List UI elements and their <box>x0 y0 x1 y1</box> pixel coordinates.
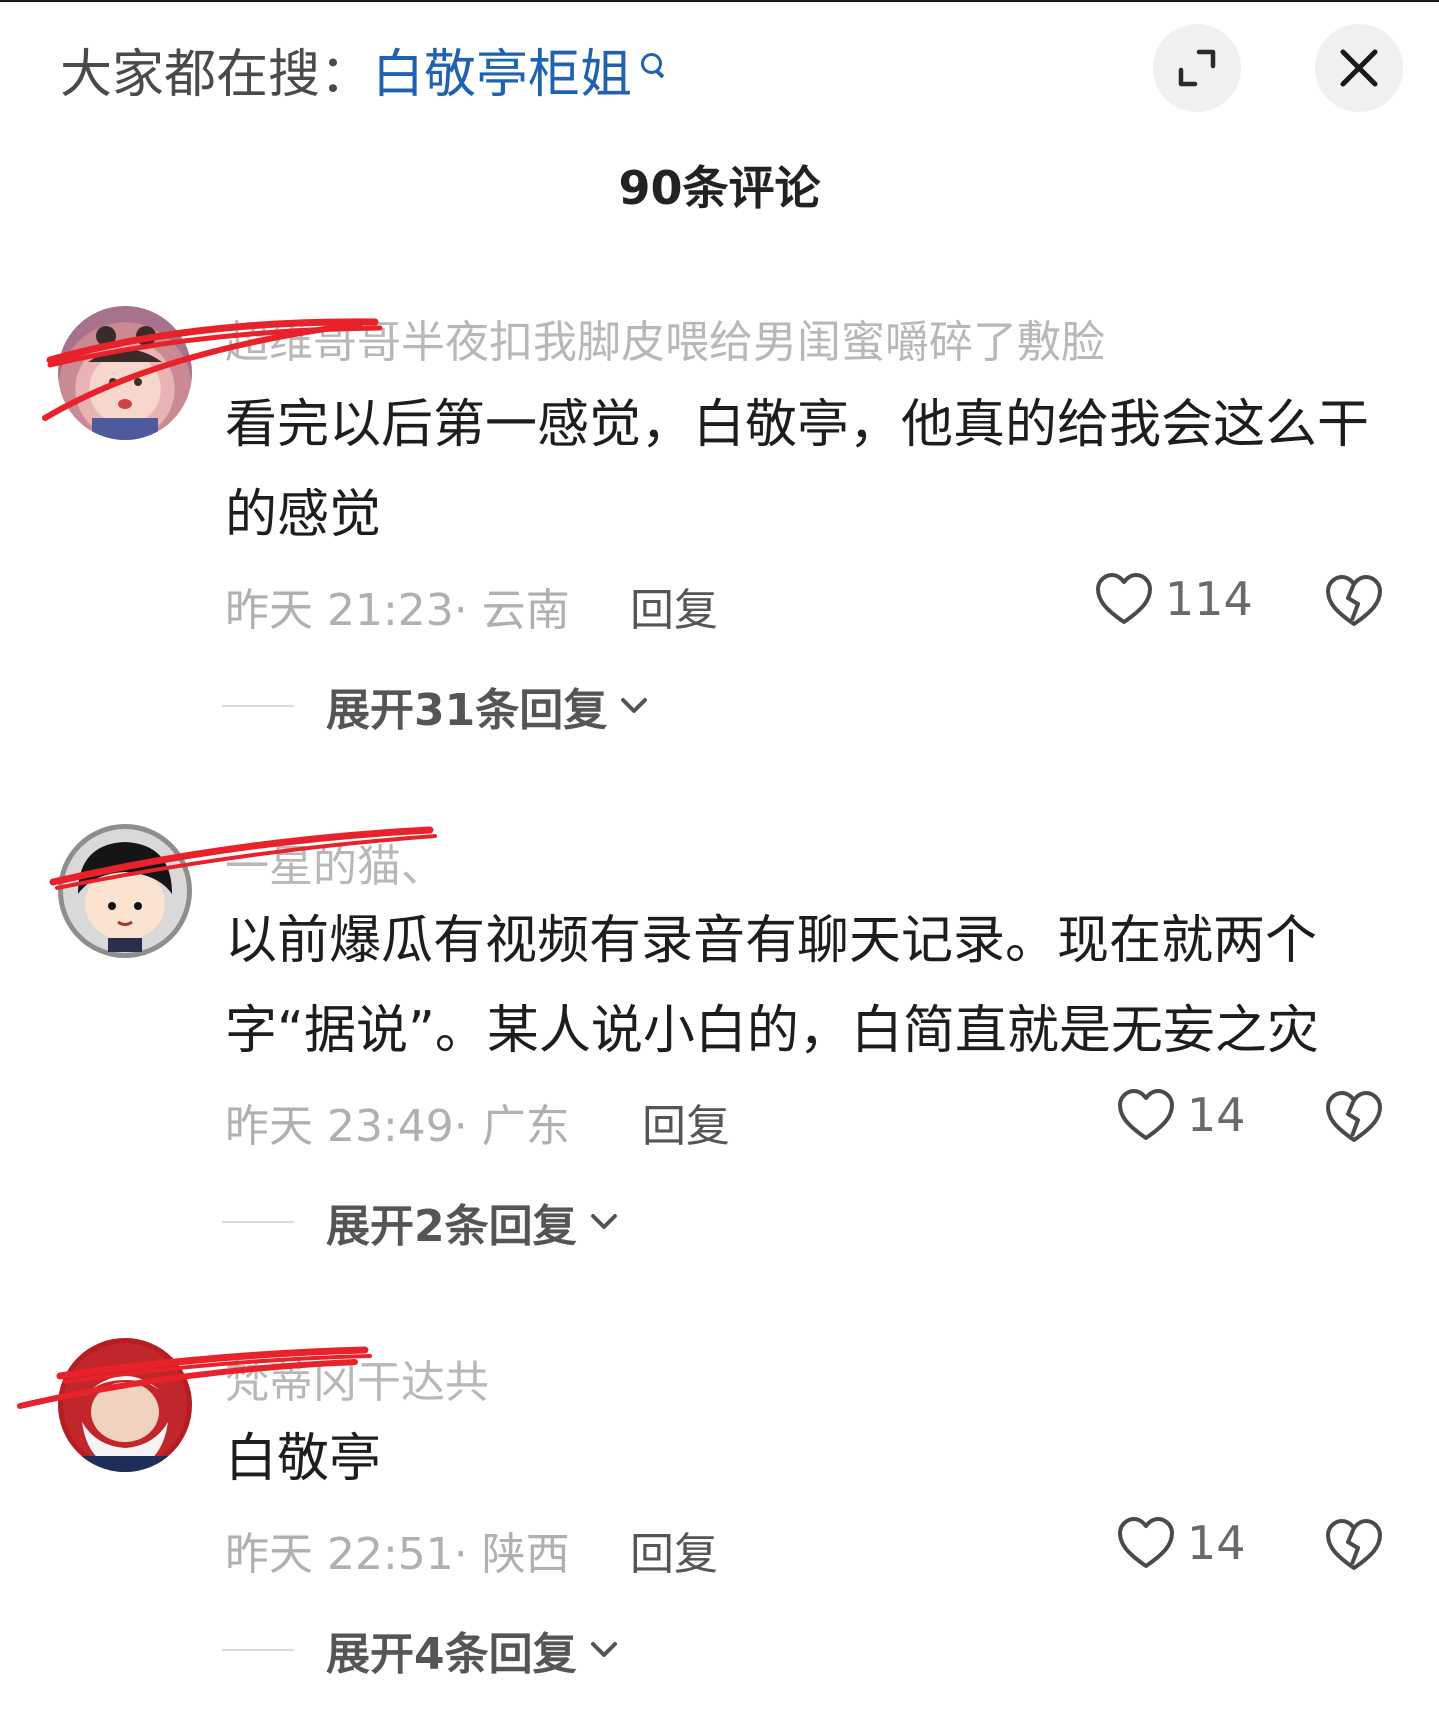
comment-time-location: 昨天 23:49· 广东 <box>225 1090 570 1154</box>
comment-location: 陕西 <box>481 1529 570 1580</box>
expand-icon <box>1178 49 1216 87</box>
heart-icon <box>1118 1089 1174 1140</box>
broken-heart-icon <box>1326 1091 1382 1142</box>
expand-replies-label: 展开2条回复 <box>326 1201 577 1252</box>
meta-separator: · <box>453 585 482 636</box>
like-button[interactable]: 114 <box>1095 572 1253 626</box>
broken-heart-icon <box>1326 575 1382 626</box>
expand-replies-label: 展开4条回复 <box>326 1629 577 1680</box>
dislike-button[interactable] <box>1325 1518 1383 1576</box>
heart-icon <box>1118 1517 1174 1568</box>
divider-dash <box>222 705 294 707</box>
expand-replies-button[interactable]: 展开4条回复 <box>222 1618 619 1682</box>
username[interactable]: 一星的猫、 <box>225 830 445 894</box>
username[interactable]: 超维哥哥半夜扣我脚皮喂给男闺蜜嚼碎了敷脸 <box>225 306 1105 370</box>
avatar[interactable] <box>58 306 192 440</box>
like-count: 14 <box>1187 1516 1246 1570</box>
expand-replies-label: 展开31条回复 <box>326 685 608 736</box>
divider-dash <box>222 1221 294 1223</box>
like-button[interactable]: 14 <box>1117 1088 1246 1142</box>
search-suggestion[interactable]: 大家都在搜： 白敬亭柜姐 <box>60 32 668 107</box>
avatar[interactable] <box>58 824 192 958</box>
search-term[interactable]: 白敬亭柜姐 <box>372 32 632 107</box>
close-button[interactable] <box>1315 24 1403 112</box>
divider-dash <box>222 1649 294 1651</box>
expand-button[interactable] <box>1153 24 1241 112</box>
comment-location: 广东 <box>481 1101 570 1152</box>
reply-button[interactable]: 回复 <box>642 1090 730 1154</box>
like-count: 114 <box>1165 572 1253 626</box>
expand-replies-button[interactable]: 展开31条回复 <box>222 674 649 738</box>
comment-text: 白敬亭 <box>225 1429 382 1489</box>
comment-time: 昨天 23:49 <box>225 1101 454 1152</box>
dislike-button[interactable] <box>1325 574 1383 632</box>
top-border <box>0 0 1439 2</box>
chevron-down-icon <box>621 698 648 713</box>
expand-replies-button[interactable]: 展开2条回复 <box>222 1190 619 1254</box>
search-prefix: 大家都在搜： <box>60 44 373 105</box>
avatar[interactable] <box>58 1338 192 1472</box>
like-count: 14 <box>1187 1088 1246 1142</box>
chevron-down-icon <box>590 1642 617 1657</box>
like-button[interactable]: 14 <box>1117 1516 1246 1570</box>
comment-time: 昨天 21:23 <box>225 585 454 636</box>
close-icon <box>1340 49 1378 87</box>
comment-count-title: 90条评论 <box>618 161 821 215</box>
meta-separator: · <box>453 1101 482 1152</box>
broken-heart-icon <box>1326 1519 1382 1570</box>
comment-text: 看完以后第一感觉，白敬亭，他真的给我会这么干的感觉 <box>225 395 1370 545</box>
comment-time-location: 昨天 21:23· 云南 <box>225 574 570 638</box>
chevron-down-icon <box>590 1214 617 1229</box>
meta-separator: · <box>453 1529 482 1580</box>
reply-button[interactable]: 回复 <box>630 1518 718 1582</box>
username[interactable]: 梵蒂冈干达共 <box>225 1346 489 1410</box>
search-icon <box>638 43 668 95</box>
heart-icon <box>1096 573 1152 624</box>
comment-location: 云南 <box>481 585 570 636</box>
comment-time-location: 昨天 22:51· 陕西 <box>225 1518 570 1582</box>
dislike-button[interactable] <box>1325 1090 1383 1148</box>
comment-text: 以前爆瓜有视频有录音有聊天记录。现在就两个字“据说”。某人说小白的，白简直就是无… <box>225 911 1319 1061</box>
comment-time: 昨天 22:51 <box>225 1529 454 1580</box>
reply-button[interactable]: 回复 <box>630 574 718 638</box>
